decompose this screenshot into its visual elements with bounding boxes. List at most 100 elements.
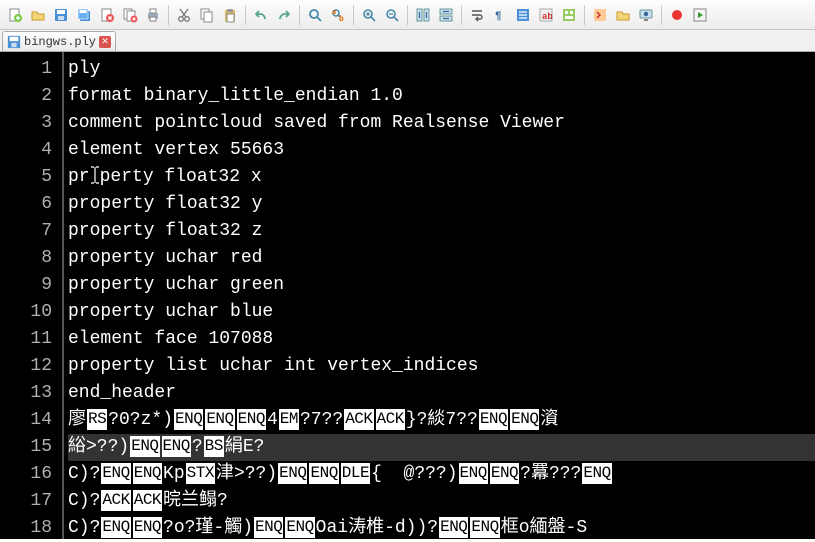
- doc-map-icon[interactable]: [558, 4, 580, 26]
- line-number: 17: [0, 488, 52, 515]
- toolbar-separator: [584, 5, 585, 25]
- tab-bar: bingws.ply ✕: [0, 30, 815, 52]
- code-line: format binary_little_endian 1.0: [68, 83, 815, 110]
- play-macro-icon[interactable]: [689, 4, 711, 26]
- open-file-icon[interactable]: [27, 4, 49, 26]
- code-line: property uchar red: [68, 245, 815, 272]
- line-number: 14: [0, 407, 52, 434]
- control-char-token: EM: [279, 409, 299, 430]
- close-icon[interactable]: [96, 4, 118, 26]
- zoom-out-icon[interactable]: [381, 4, 403, 26]
- code-line: 綌>??)ENQENQ?BS絹E?: [68, 434, 815, 461]
- code-line: property uchar green: [68, 272, 815, 299]
- control-char-token: ENQ: [254, 517, 283, 538]
- toolbar-separator: [353, 5, 354, 25]
- sync-v-icon[interactable]: [412, 4, 434, 26]
- svg-text:b: b: [339, 15, 344, 23]
- folder-icon[interactable]: [612, 4, 634, 26]
- code-line: C)?ACKACK晥兰鳎?: [68, 488, 815, 515]
- line-number: 12: [0, 353, 52, 380]
- redo-icon[interactable]: [273, 4, 295, 26]
- svg-text:ab: ab: [542, 12, 553, 22]
- svg-text:¶: ¶: [495, 11, 502, 23]
- control-char-token: ACK: [344, 409, 373, 430]
- code-line: end_header: [68, 380, 815, 407]
- code-line: property uchar blue: [68, 299, 815, 326]
- disk-icon: [7, 35, 21, 49]
- control-char-token: ENQ: [510, 409, 539, 430]
- toolbar-separator: [168, 5, 169, 25]
- zoom-in-icon[interactable]: [358, 4, 380, 26]
- control-char-token: ENQ: [278, 463, 307, 484]
- line-number: 18: [0, 515, 52, 542]
- control-char-token: ENQ: [237, 409, 266, 430]
- paste-icon[interactable]: [219, 4, 241, 26]
- toolbar-separator: [245, 5, 246, 25]
- show-all-chars-icon[interactable]: ¶: [489, 4, 511, 26]
- toolbar-separator: [661, 5, 662, 25]
- close-all-icon[interactable]: [119, 4, 141, 26]
- line-number: 2: [0, 83, 52, 110]
- line-number: 6: [0, 191, 52, 218]
- line-number: 3: [0, 110, 52, 137]
- copy-icon[interactable]: [196, 4, 218, 26]
- new-file-icon[interactable]: [4, 4, 26, 26]
- control-char-token: ENQ: [285, 517, 314, 538]
- code-line: property list uchar int vertex_indices: [68, 353, 815, 380]
- line-number: 13: [0, 380, 52, 407]
- print-icon[interactable]: [142, 4, 164, 26]
- control-char-token: DLE: [341, 463, 370, 484]
- line-number: 1: [0, 56, 52, 83]
- find-icon[interactable]: [304, 4, 326, 26]
- indent-guide-icon[interactable]: [512, 4, 534, 26]
- replace-icon[interactable]: ba: [327, 4, 349, 26]
- toolbar-separator: [299, 5, 300, 25]
- line-number: 8: [0, 245, 52, 272]
- code-line: prperty float32 x: [68, 164, 815, 191]
- code-line: 廖RS?0?z*)ENQENQENQ4EM?7??ACKACK}?緂7??ENQ…: [68, 407, 815, 434]
- control-char-token: ENQ: [309, 463, 338, 484]
- control-char-token: ENQ: [162, 436, 191, 457]
- file-tab[interactable]: bingws.ply ✕: [2, 31, 116, 51]
- line-number: 11: [0, 326, 52, 353]
- line-number: 16: [0, 461, 52, 488]
- control-char-token: ENQ: [133, 463, 162, 484]
- cut-icon[interactable]: [173, 4, 195, 26]
- control-char-token: STX: [186, 463, 215, 484]
- code-editor[interactable]: 123456789101112131415161718 plyformat bi…: [0, 52, 815, 539]
- tab-close-icon[interactable]: ✕: [99, 36, 111, 48]
- control-char-token: ENQ: [101, 517, 130, 538]
- control-char-token: RS: [87, 409, 107, 430]
- save-all-icon[interactable]: [73, 4, 95, 26]
- code-line: property float32 z: [68, 218, 815, 245]
- code-line: comment pointcloud saved from Realsense …: [68, 110, 815, 137]
- code-content[interactable]: plyformat binary_little_endian 1.0commen…: [64, 52, 815, 539]
- undo-icon[interactable]: [250, 4, 272, 26]
- control-char-token: ENQ: [582, 463, 611, 484]
- line-number-gutter: 123456789101112131415161718: [0, 52, 64, 539]
- line-number: 10: [0, 299, 52, 326]
- sync-h-icon[interactable]: [435, 4, 457, 26]
- control-char-token: ACK: [376, 409, 405, 430]
- text-caret: [90, 166, 100, 194]
- control-char-token: ENQ: [459, 463, 488, 484]
- line-number: 7: [0, 218, 52, 245]
- code-line: element vertex 55663: [68, 137, 815, 164]
- line-number: 9: [0, 272, 52, 299]
- wrap-icon[interactable]: [466, 4, 488, 26]
- control-char-token: ACK: [133, 490, 162, 511]
- control-char-token: ACK: [101, 490, 130, 511]
- toolbar-separator: [461, 5, 462, 25]
- save-icon[interactable]: [50, 4, 72, 26]
- line-number: 4: [0, 137, 52, 164]
- func-list-icon[interactable]: [589, 4, 611, 26]
- main-toolbar: ba ¶ ab: [0, 0, 815, 30]
- monitor-icon[interactable]: [635, 4, 657, 26]
- record-icon[interactable]: [666, 4, 688, 26]
- line-number: 15: [0, 434, 52, 461]
- code-line: C)?ENQENQKpSTX津>??)ENQENQDLE{ @???)ENQEN…: [68, 461, 815, 488]
- code-line: C)?ENQENQ?o?瑾-觸)ENQENQOai涛椎-d))?ENQENQ框o…: [68, 515, 815, 539]
- line-number: 5: [0, 164, 52, 191]
- lang-icon[interactable]: ab: [535, 4, 557, 26]
- control-char-token: ENQ: [439, 517, 468, 538]
